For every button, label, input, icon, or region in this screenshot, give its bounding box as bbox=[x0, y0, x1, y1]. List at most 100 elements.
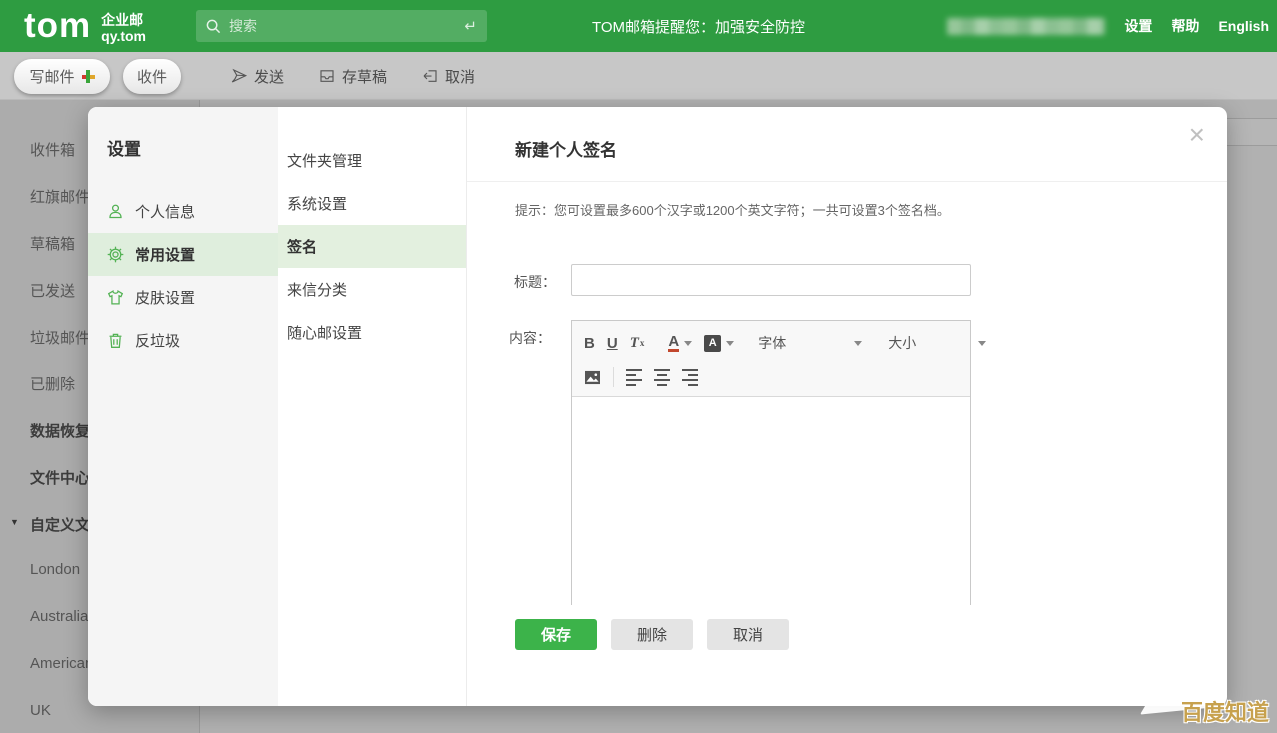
brand-line-2: qy.tom bbox=[101, 28, 146, 44]
save-draft-label: 存草稿 bbox=[342, 66, 387, 87]
submenu-item-folder-management[interactable]: 文件夹管理 bbox=[278, 139, 466, 182]
submenu-item-system-settings[interactable]: 系统设置 bbox=[278, 182, 466, 225]
menu-item-skin-settings[interactable]: 皮肤设置 bbox=[88, 276, 278, 319]
search-input[interactable]: 搜索 ↵ bbox=[196, 10, 487, 42]
sidebar-item-deleted[interactable]: 已删除 bbox=[30, 373, 75, 394]
signature-title-input[interactable] bbox=[571, 264, 971, 296]
submenu-item-incoming-classification[interactable]: 来信分类 bbox=[278, 268, 466, 311]
account-email-blurred[interactable] bbox=[947, 18, 1105, 35]
align-center-button[interactable] bbox=[654, 369, 670, 386]
content-field-label: 内容： bbox=[491, 328, 551, 348]
align-left-button[interactable] bbox=[626, 369, 642, 386]
menu-item-anti-spam[interactable]: 反垃圾 bbox=[88, 319, 278, 362]
logo-text: tom bbox=[24, 4, 91, 48]
tshirt-icon bbox=[107, 289, 124, 306]
send-button[interactable]: 发送 bbox=[230, 66, 284, 87]
enter-icon: ↵ bbox=[464, 17, 477, 35]
insert-image-button[interactable] bbox=[584, 370, 601, 385]
toolbar-actions: 发送 存草稿 取消 bbox=[230, 52, 475, 100]
sidebar-item-data-recovery[interactable]: 数据恢复 bbox=[30, 420, 90, 441]
search-icon bbox=[206, 19, 221, 34]
baidu-zhidao-watermark: 百度知道 bbox=[1181, 695, 1269, 727]
user-icon bbox=[107, 203, 124, 220]
back-arrow-icon bbox=[421, 67, 439, 85]
chevron-down-icon: ▼ bbox=[10, 517, 19, 527]
top-bar: tom 企业邮 qy.tom 搜索 ↵ TOM邮箱提醒您：加强安全防控 设置 帮… bbox=[0, 0, 1277, 52]
header-divider bbox=[467, 181, 1227, 182]
underline-button[interactable]: U bbox=[607, 335, 618, 352]
caret-down-icon bbox=[726, 341, 734, 346]
sidebar-item-sent[interactable]: 已发送 bbox=[30, 280, 75, 301]
clear-format-button[interactable]: Tx bbox=[630, 335, 645, 352]
language-link[interactable]: English bbox=[1218, 18, 1269, 34]
title-field-label: 标题： bbox=[496, 272, 556, 292]
sidebar-item-australia[interactable]: Australia bbox=[30, 608, 88, 625]
settings-submenu-panel: 文件夹管理 系统设置 签名 来信分类 随心邮设置 bbox=[278, 107, 467, 706]
font-family-select[interactable]: 字体 bbox=[758, 333, 862, 353]
signature-tip-text: 提示：您可设置最多600个汉字或1200个英文字符；一共可设置3个签名档。 bbox=[515, 200, 950, 219]
dialog-title: 新建个人签名 bbox=[515, 136, 617, 161]
sidebar-item-drafts[interactable]: 草稿箱 bbox=[30, 233, 75, 254]
align-right-button[interactable] bbox=[682, 369, 698, 386]
send-label: 发送 bbox=[254, 66, 284, 87]
highlight-color-button[interactable]: A bbox=[704, 335, 734, 352]
caret-down-icon bbox=[854, 341, 862, 346]
cancel-label: 取消 bbox=[445, 66, 475, 87]
submenu-item-signature[interactable]: 签名 bbox=[278, 225, 466, 268]
toolbar-separator bbox=[613, 367, 614, 387]
cancel-button[interactable]: 取消 bbox=[421, 66, 475, 87]
close-icon[interactable]: × bbox=[1189, 121, 1205, 149]
sidebar-item-file-center[interactable]: 文件中心 bbox=[30, 467, 90, 488]
sidebar-item-flagged[interactable]: 红旗邮件 bbox=[30, 186, 90, 207]
sidebar-item-uk[interactable]: UK bbox=[30, 702, 51, 719]
editor-toolbar: B U Tx A A 字体 大小 bbox=[572, 321, 970, 397]
help-link[interactable]: 帮助 bbox=[1171, 16, 1199, 36]
font-color-button[interactable]: A bbox=[668, 334, 692, 352]
sidebar-item-inbox[interactable]: 收件箱 bbox=[30, 139, 75, 160]
menu-item-label: 皮肤设置 bbox=[135, 287, 195, 308]
gear-icon bbox=[107, 246, 124, 263]
font-size-select[interactable]: 大小 bbox=[888, 333, 986, 353]
brand-caption: 企业邮 qy.tom bbox=[101, 12, 146, 44]
search-placeholder: 搜索 bbox=[229, 16, 464, 36]
bold-button[interactable]: B bbox=[584, 335, 595, 352]
brand-line-1: 企业邮 bbox=[101, 12, 146, 28]
signature-content-area[interactable] bbox=[572, 397, 970, 605]
compose-label: 写邮件 bbox=[29, 66, 74, 87]
save-button[interactable]: 保存 bbox=[515, 619, 597, 650]
signature-dialog: 新建个人签名 × 提示：您可设置最多600个汉字或1200个英文字符；一共可设置… bbox=[467, 107, 1227, 706]
save-draft-button[interactable]: 存草稿 bbox=[318, 66, 387, 87]
drafts-box-icon bbox=[318, 67, 336, 85]
paper-plane-icon bbox=[230, 67, 248, 85]
menu-item-label: 个人信息 bbox=[135, 201, 195, 222]
security-notice: TOM邮箱提醒您：加强安全防控 bbox=[592, 0, 805, 52]
compose-button[interactable]: 写邮件 bbox=[14, 59, 110, 94]
caret-down-icon bbox=[978, 341, 986, 346]
image-icon bbox=[584, 370, 601, 385]
delete-button[interactable]: 删除 bbox=[611, 619, 693, 650]
menu-item-personal-info[interactable]: 个人信息 bbox=[88, 190, 278, 233]
sidebar-item-american[interactable]: American bbox=[30, 655, 93, 672]
menu-item-common-settings[interactable]: 常用设置 bbox=[88, 233, 278, 276]
app-screen: tom 企业邮 qy.tom 搜索 ↵ TOM邮箱提醒您：加强安全防控 设置 帮… bbox=[0, 0, 1277, 733]
settings-menu: 个人信息 常用设置 bbox=[88, 190, 278, 362]
receive-label: 收件 bbox=[137, 66, 167, 87]
caret-down-icon bbox=[684, 341, 692, 346]
sidebar-item-london[interactable]: London bbox=[30, 561, 80, 578]
settings-modal: 设置 个人信息 bbox=[88, 107, 1227, 706]
receive-button[interactable]: 收件 bbox=[123, 59, 181, 94]
submenu-item-suixin-mail-settings[interactable]: 随心邮设置 bbox=[278, 311, 466, 354]
settings-panel-title: 设置 bbox=[107, 135, 278, 160]
brand-logo[interactable]: tom 企业邮 qy.tom bbox=[24, 4, 146, 48]
dialog-buttons: 保存 删除 取消 bbox=[515, 619, 789, 650]
mail-toolbar: 写邮件 收件 发送 存草稿 bbox=[0, 52, 1277, 100]
menu-item-label: 反垃圾 bbox=[135, 330, 180, 351]
rich-text-editor: B U Tx A A 字体 大小 bbox=[571, 320, 971, 605]
top-right-area: 设置 帮助 English bbox=[947, 0, 1269, 52]
settings-nav-panel: 设置 个人信息 bbox=[88, 107, 278, 706]
cancel-dialog-button[interactable]: 取消 bbox=[707, 619, 789, 650]
sidebar-item-spam[interactable]: 垃圾邮件 bbox=[30, 327, 90, 348]
trash-icon bbox=[107, 332, 124, 349]
menu-item-label: 常用设置 bbox=[135, 244, 195, 265]
settings-link[interactable]: 设置 bbox=[1124, 16, 1152, 36]
